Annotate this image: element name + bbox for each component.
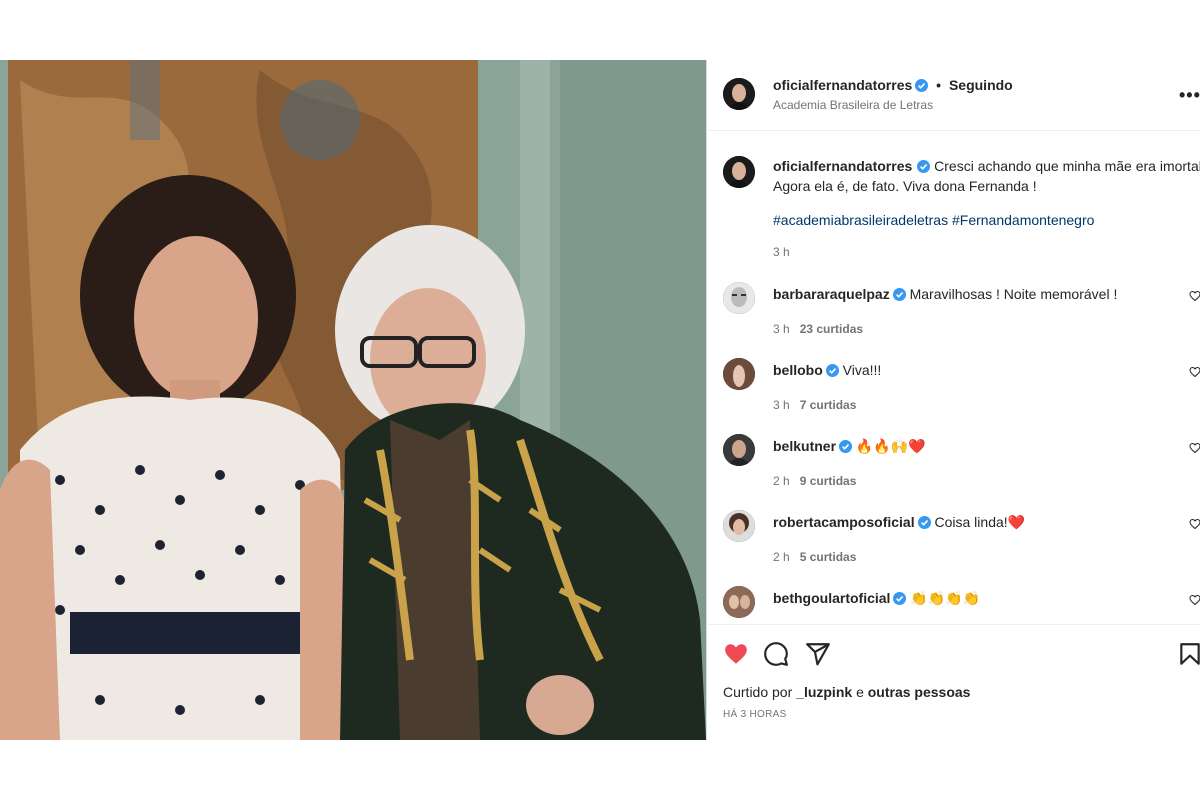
comment-username[interactable]: robertacamposoficial (773, 514, 915, 530)
comment-username[interactable]: belkutner (773, 438, 836, 454)
liked-by-user[interactable]: _luzpink (796, 684, 852, 700)
liked-by-others[interactable]: outras pessoas (868, 684, 971, 700)
comment-meta: 3 h 23 curtidas (773, 322, 863, 336)
post-actions: Curtido por _luzpink e outras pessoas HÁ… (707, 624, 1200, 740)
heart-filled-icon[interactable] (723, 641, 749, 667)
liked-by-connector: e (856, 684, 864, 700)
comment-icon[interactable] (763, 641, 789, 667)
comment-meta: 3 h 7 curtidas (773, 398, 856, 412)
verified-badge-icon (917, 516, 931, 529)
verified-badge-icon (825, 364, 839, 377)
commenter-avatar[interactable] (723, 358, 755, 390)
caption-avatar[interactable] (723, 156, 755, 188)
liked-by-prefix: Curtido por (723, 684, 793, 700)
commenter-avatar[interactable] (723, 282, 755, 314)
heart-outline-icon[interactable] (1189, 290, 1200, 302)
comment-likes[interactable]: 9 curtidas (800, 474, 857, 488)
post-location[interactable]: Academia Brasileira de Letras (773, 98, 933, 112)
comment-text-line: bellobo Viva!!! (773, 362, 881, 378)
author-avatar[interactable] (723, 78, 755, 110)
author-line: oficialfernandatorres • Seguindo (773, 77, 1013, 93)
comment-text: 🔥🔥🙌❤️ (855, 438, 926, 454)
verified-badge-icon (915, 79, 929, 92)
heart-outline-icon[interactable] (1189, 366, 1200, 378)
comment-item: barbararaquelpaz Maravilhosas ! Noite me… (707, 282, 1200, 358)
verified-badge-icon (892, 288, 906, 301)
comment-text-line: robertacamposoficial Coisa linda!❤️ (773, 514, 1025, 531)
send-icon[interactable] (805, 641, 831, 667)
comment-username[interactable]: bellobo (773, 362, 823, 378)
comment-meta: 2 h 5 curtidas (773, 550, 856, 564)
verified-badge-icon (893, 592, 907, 605)
commenter-avatar[interactable] (723, 510, 755, 542)
heart-outline-icon[interactable] (1189, 442, 1200, 454)
comment-item: bellobo Viva!!! 3 h 7 curtidas (707, 358, 1200, 434)
comment-likes[interactable]: 5 curtidas (800, 550, 857, 564)
comment-likes[interactable]: 23 curtidas (800, 322, 863, 336)
comment-time: 2 h (773, 474, 790, 488)
post-detail-panel: oficialfernandatorres • Seguindo Academi… (706, 60, 1200, 740)
comment-text-line: bethgoulartoficial 👏👏👏👏 (773, 590, 980, 607)
caption-hashtags[interactable]: #academiabrasileiradeletras #Fernandamon… (773, 212, 1094, 228)
caption-time: 3 h (773, 245, 790, 259)
verified-badge-icon (917, 160, 931, 173)
comment-text: Viva!!! (842, 362, 882, 378)
heart-outline-icon[interactable] (1189, 594, 1200, 606)
caption-text-block: oficialfernandatorres Cresci achando que… (773, 156, 1200, 196)
header-separator: • (936, 77, 942, 93)
comment-text: Coisa linda!❤️ (934, 514, 1026, 530)
posted-time: HÁ 3 HORAS (723, 709, 787, 720)
comment-meta: 2 h 9 curtidas (773, 474, 856, 488)
author-username[interactable]: oficialfernandatorres (773, 77, 912, 93)
comment-text-line: barbararaquelpaz Maravilhosas ! Noite me… (773, 286, 1117, 302)
comment-text: 👏👏👏👏 (910, 590, 981, 606)
comment-item: belkutner 🔥🔥🙌❤️ 2 h 9 curtidas (707, 434, 1200, 510)
comment-item: robertacamposoficial Coisa linda!❤️ 2 h 5… (707, 510, 1200, 586)
bookmark-icon[interactable] (1177, 641, 1200, 667)
comment-text: Maravilhosas ! Noite memorável ! (909, 286, 1118, 302)
heart-outline-icon[interactable] (1189, 518, 1200, 530)
commenter-avatar[interactable] (723, 586, 755, 618)
liked-by-line: Curtido por _luzpink e outras pessoas (723, 684, 970, 700)
post-photo[interactable] (0, 60, 706, 740)
commenter-avatar[interactable] (723, 434, 755, 466)
more-horizontal-icon[interactable]: ••• (1179, 85, 1200, 106)
following-button[interactable]: Seguindo (949, 77, 1013, 93)
verified-badge-icon (839, 440, 853, 453)
caption-username[interactable]: oficialfernandatorres (773, 158, 912, 174)
comment-likes[interactable]: 7 curtidas (800, 398, 857, 412)
comment-time: 2 h (773, 550, 790, 564)
comment-text-line: belkutner 🔥🔥🙌❤️ (773, 438, 926, 455)
post-header: oficialfernandatorres • Seguindo Academi… (707, 60, 1200, 131)
comment-time: 3 h (773, 398, 790, 412)
comment-time: 3 h (773, 322, 790, 336)
comment-username[interactable]: bethgoulartoficial (773, 590, 890, 606)
comment-username[interactable]: barbararaquelpaz (773, 286, 890, 302)
